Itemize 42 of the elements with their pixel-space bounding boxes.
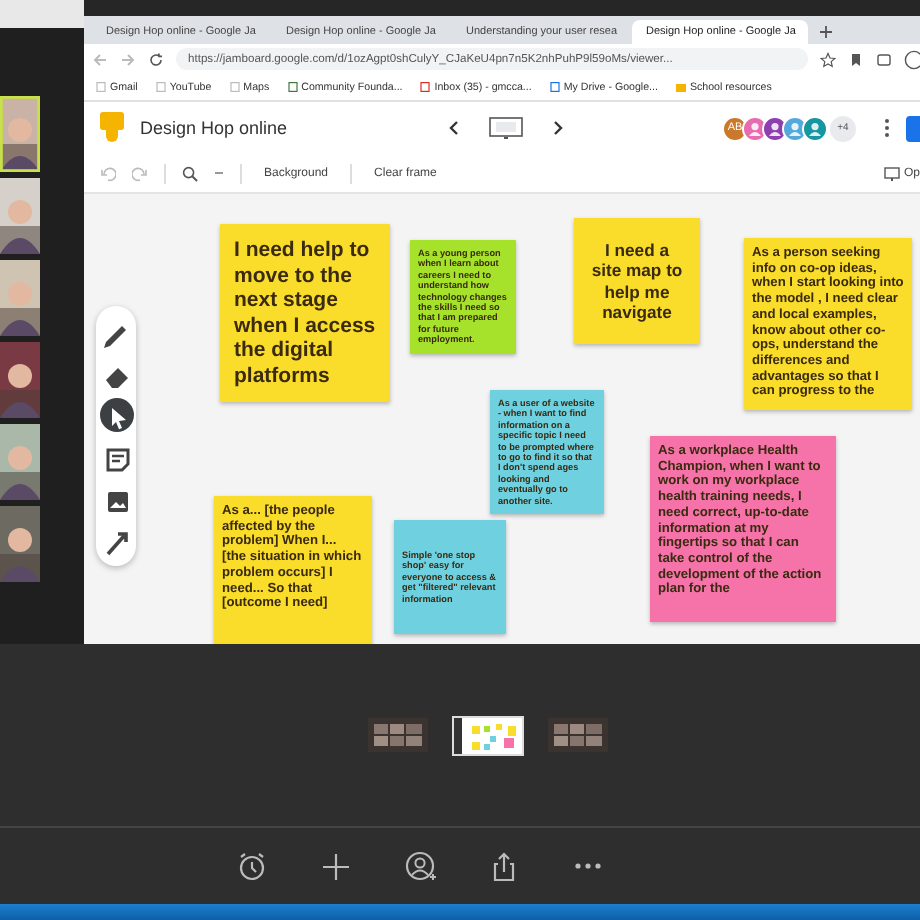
present-icon [883, 165, 900, 181]
page-icon [549, 82, 560, 92]
reload-icon[interactable] [148, 51, 164, 67]
page-icon [229, 82, 240, 92]
kebab-menu-icon[interactable] [884, 118, 890, 138]
new-tab-icon[interactable] [818, 24, 834, 40]
folder-icon [675, 82, 686, 92]
star-icon[interactable] [820, 51, 836, 67]
profile-icon[interactable] [904, 49, 920, 69]
tool-button[interactable] [99, 398, 133, 432]
sticky-note[interactable]: I need help to move to the next stage when I access the digital platforms [220, 224, 390, 402]
collections-icon[interactable] [876, 51, 892, 67]
sticky-note-text: I need help to move to the next stage when I access the digital platforms [234, 238, 376, 388]
person-icon [788, 121, 802, 135]
chevron-left-icon[interactable] [447, 120, 460, 136]
person-icon [768, 121, 782, 135]
sticky-note[interactable] [650, 436, 836, 622]
frame-icon[interactable] [487, 116, 524, 140]
user-avatar[interactable] [742, 115, 768, 141]
jamboard-logo-icon [100, 110, 124, 146]
chevron-right-icon[interactable] [551, 120, 564, 136]
share-button[interactable] [906, 115, 920, 141]
page-icon [96, 82, 106, 92]
plus-icon[interactable] [320, 850, 352, 882]
user-avatar[interactable] [782, 115, 808, 141]
page-icon [287, 82, 298, 92]
caret-icon[interactable] [214, 168, 224, 178]
zoom-icon[interactable] [182, 165, 198, 181]
user-avatar[interactable] [802, 115, 828, 141]
sticky-note-text: I need a site map to help me navigate [590, 239, 684, 323]
person-icon [808, 121, 822, 135]
alarm-clock-icon[interactable] [236, 850, 268, 882]
bookmarks-icon[interactable] [848, 51, 864, 67]
user-avatar[interactable] [762, 115, 788, 141]
board-thumbnail-drawing[interactable] [452, 715, 524, 755]
share-icon[interactable] [488, 850, 520, 882]
sticky-note[interactable]: I need a site map to help me navigate [574, 218, 700, 344]
page-icon [155, 82, 166, 92]
board-title: Design Hop online [140, 118, 288, 138]
add-person-icon[interactable] [404, 850, 436, 882]
person-icon [748, 121, 762, 135]
page-icon [420, 82, 431, 92]
